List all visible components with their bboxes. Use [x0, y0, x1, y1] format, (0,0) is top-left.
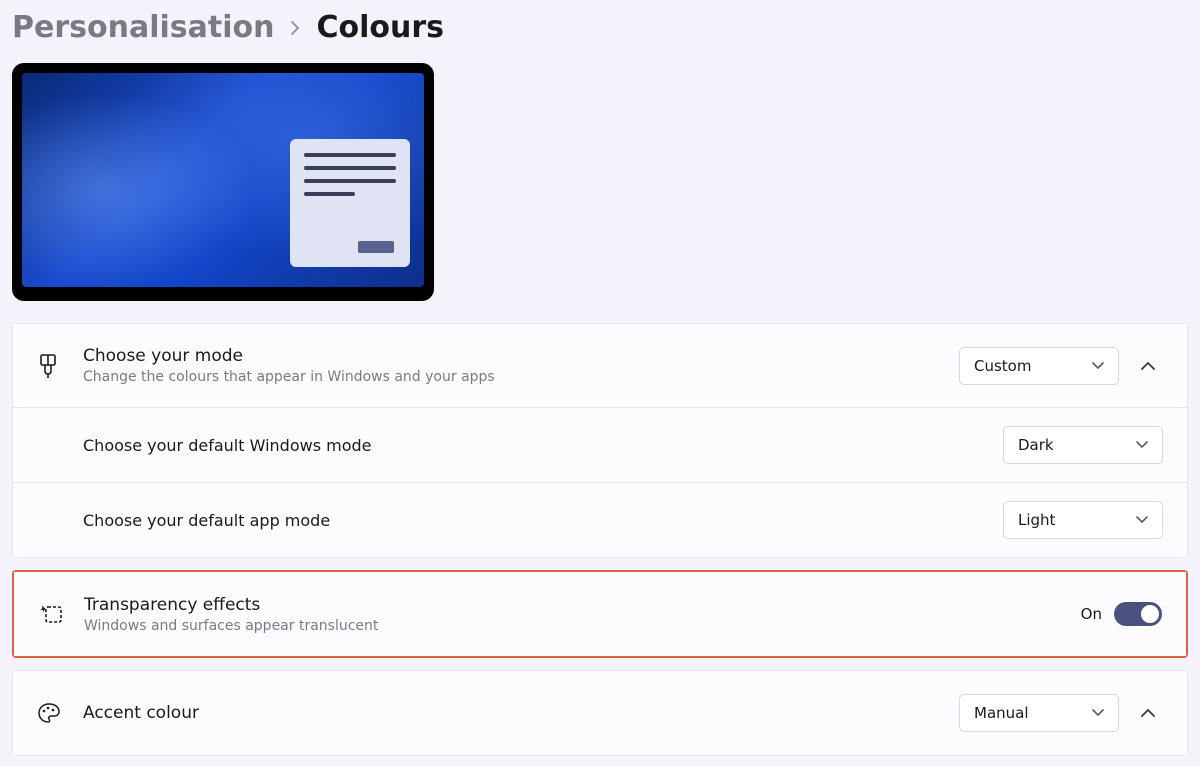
desktop-preview [12, 63, 434, 301]
accent-colour-value: Manual [974, 704, 1029, 722]
app-mode-value: Light [1018, 511, 1055, 529]
paintbrush-icon [37, 353, 83, 379]
chevron-right-icon [290, 20, 300, 36]
transparency-highlight: Transparency effects Windows and surface… [12, 570, 1188, 658]
windows-mode-title: Choose your default Windows mode [83, 436, 1003, 455]
breadcrumb: Personalisation Colours [12, 10, 1188, 45]
choose-mode-dropdown[interactable]: Custom [959, 347, 1119, 385]
app-mode-title: Choose your default app mode [83, 511, 1003, 530]
chevron-down-icon [1136, 441, 1148, 449]
windows-mode-row[interactable]: Choose your default Windows mode Dark [13, 408, 1187, 483]
transparency-toggle[interactable] [1114, 602, 1162, 626]
choose-mode-subtitle: Change the colours that appear in Window… [83, 369, 959, 385]
accent-colour-dropdown[interactable]: Manual [959, 694, 1119, 732]
chevron-down-icon [1092, 709, 1104, 717]
transparency-subtitle: Windows and surfaces appear translucent [84, 618, 1081, 634]
windows-mode-value: Dark [1018, 436, 1054, 454]
preview-window-icon [290, 139, 410, 267]
transparency-state-label: On [1081, 605, 1102, 623]
choose-mode-row[interactable]: Choose your mode Change the colours that… [13, 324, 1187, 408]
collapse-button[interactable] [1133, 698, 1163, 728]
windows-mode-dropdown[interactable]: Dark [1003, 426, 1163, 464]
transparency-row[interactable]: Transparency effects Windows and surface… [14, 572, 1186, 656]
transparency-icon [38, 603, 84, 625]
app-mode-dropdown[interactable]: Light [1003, 501, 1163, 539]
breadcrumb-current: Colours [316, 10, 444, 45]
accent-colour-title: Accent colour [83, 703, 959, 723]
choose-mode-title: Choose your mode [83, 346, 959, 366]
collapse-button[interactable] [1133, 351, 1163, 381]
breadcrumb-parent[interactable]: Personalisation [12, 10, 274, 45]
chevron-down-icon [1092, 362, 1104, 370]
palette-icon [37, 701, 83, 725]
transparency-title: Transparency effects [84, 595, 1081, 615]
app-mode-row[interactable]: Choose your default app mode Light [13, 483, 1187, 557]
choose-mode-value: Custom [974, 357, 1031, 375]
accent-colour-row[interactable]: Accent colour Manual [13, 671, 1187, 755]
chevron-down-icon [1136, 516, 1148, 524]
